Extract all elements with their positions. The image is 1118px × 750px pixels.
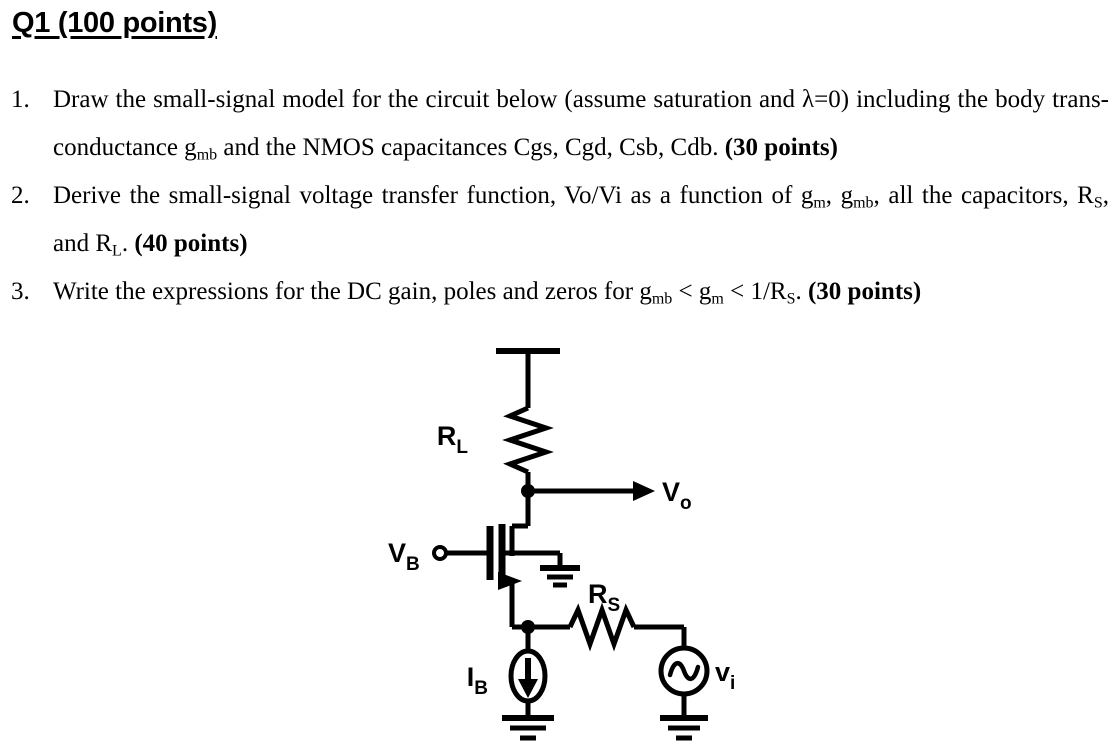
load-resistor-label-main: R (437, 421, 457, 451)
source-resistor-label-main: R (588, 579, 608, 609)
gate-bias-label-main: V (388, 538, 406, 568)
gate-bias-label: VB (388, 538, 420, 575)
question-sub-3a: mb (651, 290, 673, 308)
question-list: 1. Draw the small-signal model for the c… (11, 76, 1109, 316)
output-label-sub: o (680, 493, 692, 514)
load-resistor-label: RL (437, 421, 469, 458)
output-label: Vo (662, 477, 692, 514)
source-resistor-label-sub: S (608, 595, 621, 616)
question-text-1b: and the NMOS capacitances Cgs, Cgd, Csb,… (217, 134, 725, 161)
bias-current-label-main: I (467, 662, 475, 692)
question-text-3a: Write the expressions for the DC gain, p… (53, 278, 652, 305)
question-points-2: (40 points) (134, 230, 248, 257)
question-sub-2c: S (1093, 194, 1103, 212)
question-sub-1a: mb (196, 146, 218, 164)
question-text-2a: Derive the small-signal voltage transfer… (53, 182, 814, 209)
output-arrow-head (633, 481, 655, 501)
question-text-3c: < 1/R (723, 278, 787, 305)
question-number-2: 2. (11, 182, 30, 209)
question-text-3d: . (795, 278, 808, 305)
bias-current-label: IB (467, 662, 488, 699)
load-resistor-symbol (502, 405, 554, 475)
question-points-1: (30 points) (724, 134, 838, 161)
question-text-2e: . (121, 230, 135, 257)
worksheet-page: Q1 (100 points) 1. Draw the small-signal… (0, 0, 1118, 750)
question-points-3: (30 points) (807, 278, 922, 305)
page-title: Q1 (100 points) (12, 7, 217, 39)
question-text-3b: < g (672, 278, 712, 305)
question-sub-2d: L (112, 242, 122, 260)
output-label-main: V (662, 477, 680, 507)
question-number-1: 1. (11, 86, 30, 113)
input-source-label-main: v (715, 657, 730, 687)
question-item-2: 2. Derive the small-signal voltage trans… (11, 172, 1109, 268)
question-item-1: 1. Draw the small-signal model for the c… (11, 76, 1109, 172)
bias-current-label-sub: B (474, 678, 488, 699)
question-sub-2b: mb (853, 194, 874, 212)
gate-bias-label-sub: B (406, 554, 420, 575)
load-resistor-label-sub: L (456, 437, 468, 458)
question-number-3: 3. (11, 278, 30, 305)
input-source-label-sub: i (730, 673, 735, 694)
circuit-schematic: RL RS VB Vo IB vi (330, 330, 800, 750)
question-text-2c: , all the capacitors, R (873, 182, 1094, 209)
question-sub-2a: m (813, 194, 826, 212)
input-source-label: vi (715, 657, 735, 694)
gate-terminal-circle (432, 545, 448, 561)
question-item-3: 3. Write the expressions for the DC gain… (11, 268, 1109, 316)
source-resistor-symbol (567, 602, 637, 652)
question-text-2b: , g (825, 182, 854, 209)
question-sub-3b: m (711, 290, 724, 308)
